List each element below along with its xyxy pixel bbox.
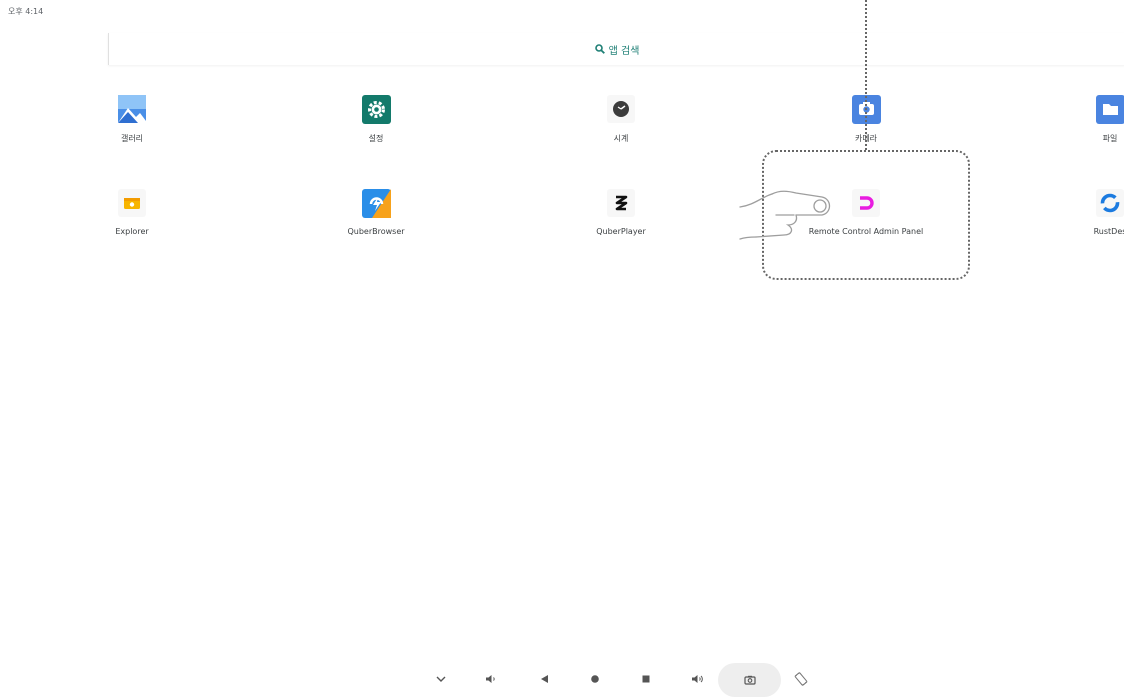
rustdesk-icon (1095, 188, 1124, 218)
app-label-explorer: Explorer (52, 227, 212, 236)
app-label-rustdesk: RustDes (1030, 227, 1124, 236)
app-label-files: 파일 (1030, 133, 1124, 144)
screenshot-icon (744, 675, 756, 685)
app-label-quber-browser: QuberBrowser (296, 227, 456, 236)
back-icon[interactable] (535, 669, 555, 689)
app-gallery[interactable]: 갤러리 (52, 94, 212, 144)
pointing-hand-icon (736, 185, 836, 245)
app-label-clock: 시계 (541, 133, 701, 144)
home-icon[interactable] (585, 669, 605, 689)
app-clock[interactable]: 시계 (541, 94, 701, 144)
app-rustdesk[interactable]: RustDes (1030, 188, 1124, 236)
settings-gear-icon (361, 94, 391, 124)
app-quber-browser[interactable]: QuberBrowser (296, 188, 456, 236)
drag-path-indicator (865, 0, 867, 150)
app-settings[interactable]: 설정 (296, 94, 456, 144)
explorer-icon (117, 188, 147, 218)
app-quber-player[interactable]: QuberPlayer (541, 188, 701, 236)
folder-icon (1095, 94, 1124, 124)
chevron-down-icon[interactable] (431, 669, 451, 689)
status-time: 오후 4:14 (8, 6, 43, 17)
recents-icon[interactable] (636, 669, 656, 689)
volume-up-icon[interactable] (688, 669, 708, 689)
clock-icon (606, 94, 636, 124)
volume-down-icon[interactable] (481, 669, 501, 689)
app-label-quber-player: QuberPlayer (541, 227, 701, 236)
app-label-gallery: 갤러리 (52, 133, 212, 144)
search-icon (595, 44, 605, 54)
app-files[interactable]: 파일 (1030, 94, 1124, 144)
quber-player-icon (606, 188, 636, 218)
app-search-bar[interactable]: 앱 검색 (108, 33, 1124, 65)
app-label-settings: 설정 (296, 133, 456, 144)
gallery-icon (117, 94, 147, 124)
app-explorer[interactable]: Explorer (52, 188, 212, 236)
screenshot-button[interactable] (718, 663, 781, 697)
quber-browser-icon (361, 188, 391, 218)
search-label: 앱 검색 (609, 42, 640, 57)
rotate-icon[interactable] (791, 669, 811, 689)
navigation-bar (0, 662, 1124, 696)
